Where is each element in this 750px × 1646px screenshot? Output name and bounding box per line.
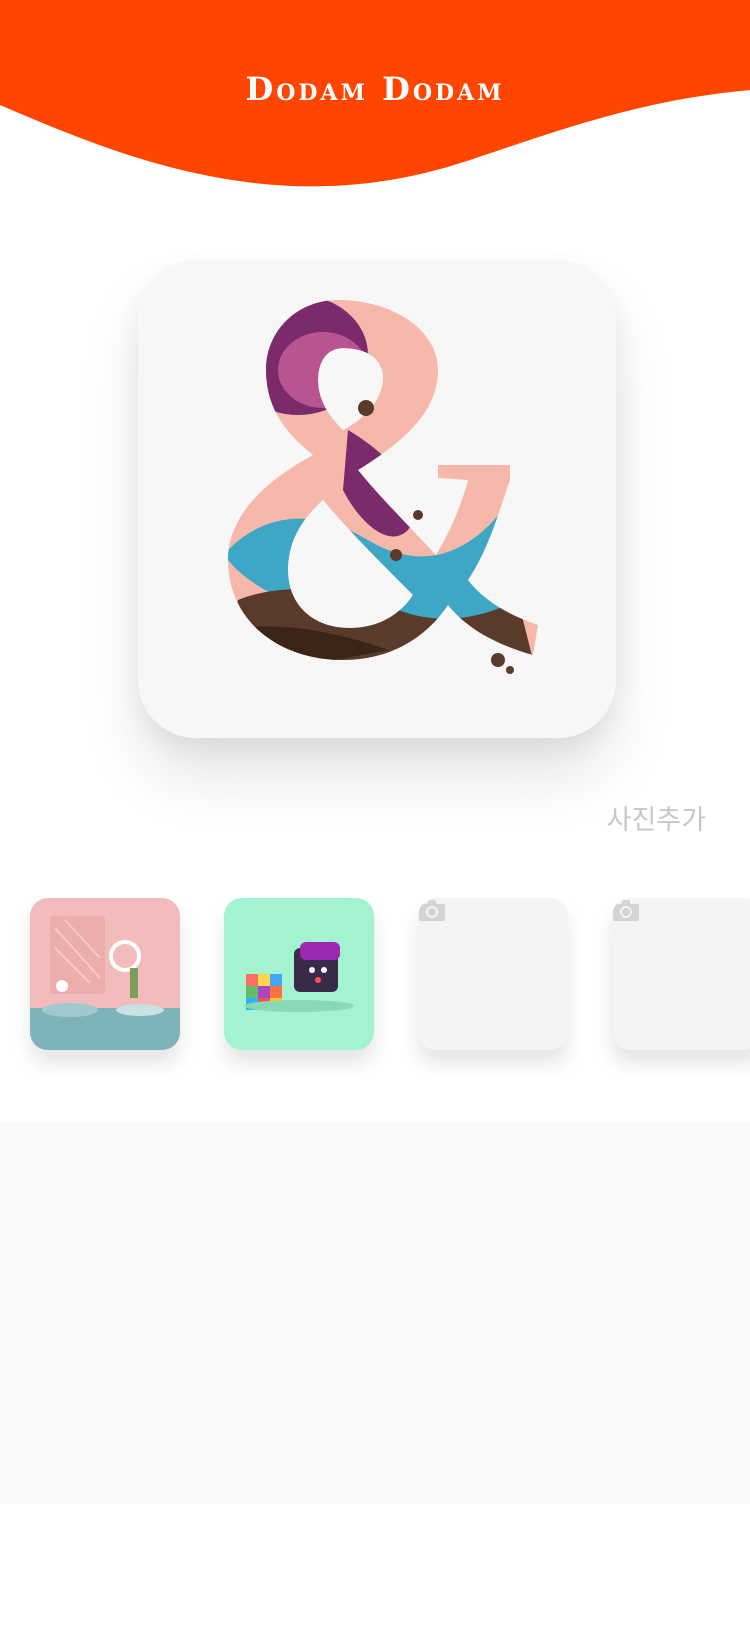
- main-photo[interactable]: [138, 260, 616, 738]
- add-photo-button[interactable]: 사진추가: [607, 798, 706, 837]
- thumbnail-1[interactable]: [30, 898, 180, 1050]
- content-area: [0, 1122, 750, 1504]
- thumbnail-4-empty[interactable]: [612, 898, 750, 1050]
- thumbnail-2[interactable]: [224, 898, 374, 1050]
- camera-icon: [613, 900, 639, 921]
- page: Dodam Dodam 사진추가: [0, 0, 750, 1646]
- app-title: Dodam Dodam: [245, 70, 505, 108]
- thumbnail-3-empty[interactable]: [418, 898, 568, 1050]
- header: Dodam Dodam: [0, 0, 750, 200]
- cube-robot-image: [224, 898, 374, 1050]
- camera-icon: [419, 900, 445, 921]
- ampersand-art-image: [138, 260, 616, 738]
- pink-room-image: [30, 898, 180, 1050]
- thumbnail-list: [30, 898, 750, 1058]
